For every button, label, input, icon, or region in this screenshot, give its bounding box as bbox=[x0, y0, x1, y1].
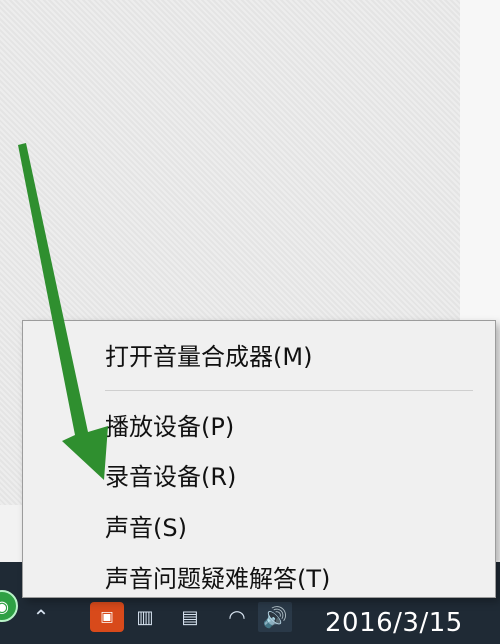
app-icon[interactable]: ▤ bbox=[175, 602, 205, 632]
speaker-icon[interactable]: 🔊 bbox=[258, 602, 292, 632]
menu-item-sounds[interactable]: 声音(S) bbox=[105, 504, 187, 546]
app-icon[interactable]: ▣ bbox=[90, 602, 124, 632]
app-icon[interactable]: ▥ bbox=[130, 602, 160, 632]
sound-context-menu: 打开音量合成器(M) 播放设备(P) 录音设备(R) 声音(S) 声音问题疑难解… bbox=[22, 320, 496, 598]
chevron-up-icon[interactable]: ⌃ bbox=[30, 605, 52, 629]
menu-item-recording-devices[interactable]: 录音设备(R) bbox=[105, 453, 236, 495]
wifi-icon[interactable]: ◠ bbox=[222, 602, 252, 632]
menu-item-playback-devices[interactable]: 播放设备(P) bbox=[105, 403, 234, 445]
menu-item-open-volume-mixer[interactable]: 打开音量合成器(M) bbox=[105, 333, 312, 375]
menu-separator bbox=[105, 390, 473, 391]
taskbar-clock: 2016/3/15 bbox=[325, 608, 463, 638]
menu-item-troubleshoot-sound[interactable]: 声音问题疑难解答(T) bbox=[105, 555, 330, 597]
